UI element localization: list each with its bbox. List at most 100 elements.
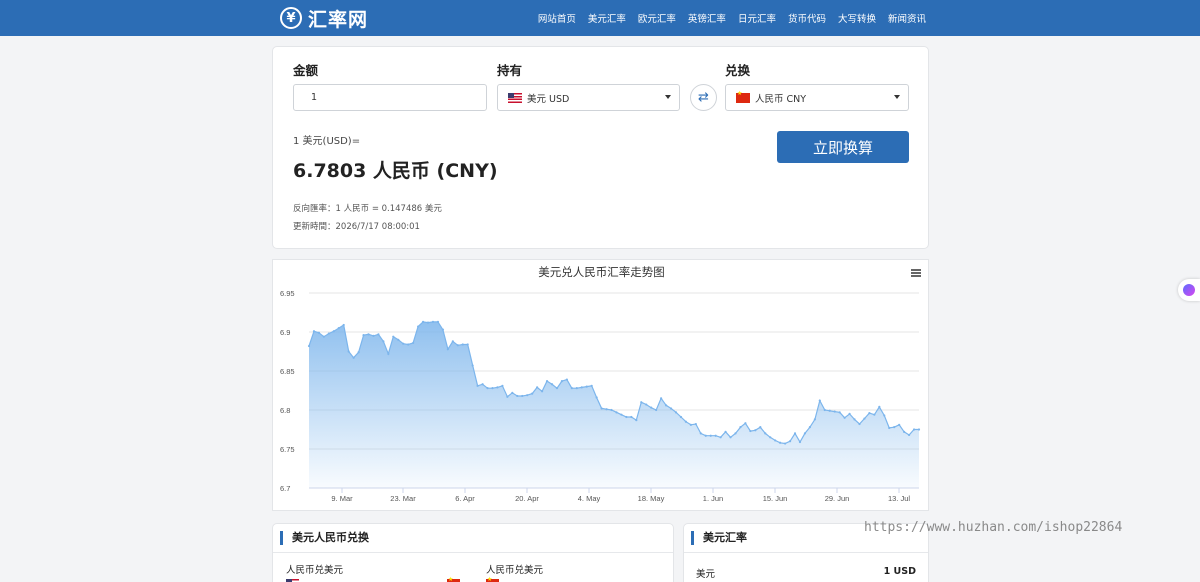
data-point [580,386,583,389]
divider [684,552,928,553]
data-point [476,384,479,387]
from-currency-select[interactable]: 美元 USD [497,84,680,111]
y-tick-label: 6.85 [280,367,295,376]
result-prefix: 1 美元(USD)= [293,136,361,147]
nav-home[interactable]: 网站首页 [538,11,576,25]
nav-currency-codes[interactable]: 货币代码 [788,11,826,25]
data-point [843,416,846,419]
data-point [347,350,350,353]
data-point [739,426,742,429]
x-tick-label: 15. Jun [763,494,788,503]
data-point [788,440,792,443]
data-point [734,432,737,435]
data-point [774,439,777,442]
data-point [694,422,697,426]
column-header-2: 人民币兑美元 [486,565,544,576]
cn-flag-icon [736,90,750,103]
data-point [729,436,732,439]
data-point [352,356,355,359]
data-point [863,417,866,420]
data-point [501,384,504,387]
data-point [511,391,514,394]
data-point [625,415,628,419]
data-point [531,392,534,395]
main-nav: 网站首页 美元汇率 欧元汇率 英镑汇率 日元汇率 货币代码 大写转换 新闻资讯 [538,0,926,36]
data-point [431,320,435,323]
data-point [377,333,380,336]
data-point [322,335,325,338]
section-title: 美元汇率 [691,531,747,545]
convert-button[interactable]: 立即换算 [777,131,909,163]
to-label: 兑换 [725,63,751,78]
nav-jpy-rate[interactable]: 日元汇率 [738,11,776,25]
data-point [362,334,365,337]
to-currency-value: 人民币 CNY [755,93,807,105]
series-area [309,321,919,488]
reverse-rate: 反向匯率：1 人民币 = 0.147486 美元 [293,204,442,214]
data-point [610,408,613,412]
y-tick-label: 6.75 [280,445,295,454]
assistant-icon [1183,284,1195,296]
nav-news[interactable]: 新闻资讯 [888,11,926,25]
data-point [699,432,702,435]
data-point [560,380,564,383]
data-point [793,432,797,435]
watermark-text: https://www.huzhan.com/ishop22864 [864,520,1123,535]
data-point [327,332,330,335]
logo-text: 汇率网 [308,8,369,31]
data-point [367,333,370,336]
data-point [585,385,588,388]
data-point [883,414,886,417]
data-point [461,343,464,346]
amount-value: 1 [311,92,318,103]
data-point [635,419,638,422]
data-point [749,429,752,433]
amount-input[interactable]: 1 [293,84,487,111]
data-point [893,426,896,429]
data-point [536,386,539,389]
x-tick-label: 13. Jul [888,494,910,503]
from-currency-value: 美元 USD [527,93,570,105]
data-point [486,387,489,390]
column-header-1: 人民币兑美元 [286,565,344,576]
data-point [392,335,395,338]
data-point [848,412,851,415]
data-point [397,338,400,341]
swap-currency-button[interactable]: ⇄ [690,84,717,111]
data-point [754,429,757,432]
data-point [526,394,529,397]
rate-row-label: 美元 [696,569,716,580]
data-point [570,387,573,390]
data-point [783,442,787,445]
site-logo[interactable]: ¥ 汇率网 [280,5,368,31]
data-point [426,321,430,324]
nav-usd-rate[interactable]: 美元汇率 [588,11,626,25]
data-point [516,394,519,398]
data-point [873,413,876,416]
data-point [769,436,772,439]
data-point [421,320,425,323]
to-currency-select[interactable]: 人民币 CNY [725,84,909,111]
data-point [798,440,802,444]
data-point [417,325,420,328]
x-tick-label: 23. Mar [390,494,416,503]
assistant-fab-button[interactable] [1178,279,1200,301]
us-flag-icon [508,92,522,103]
data-point [337,327,340,330]
nav-uppercase-convert[interactable]: 大写转换 [838,11,876,25]
data-point [312,330,316,333]
data-point [907,433,911,437]
data-point [446,348,449,351]
data-point [764,432,767,435]
nav-eur-rate[interactable]: 欧元汇率 [638,11,676,25]
nav-gbp-rate[interactable]: 英镑汇率 [688,11,726,25]
data-point [575,387,578,390]
amount-label: 金额 [293,63,319,78]
data-point [664,404,668,407]
data-point [382,340,385,343]
data-point [669,407,673,410]
data-point [719,436,722,439]
data-point [838,411,841,414]
data-point [868,412,871,415]
data-point [679,415,683,419]
